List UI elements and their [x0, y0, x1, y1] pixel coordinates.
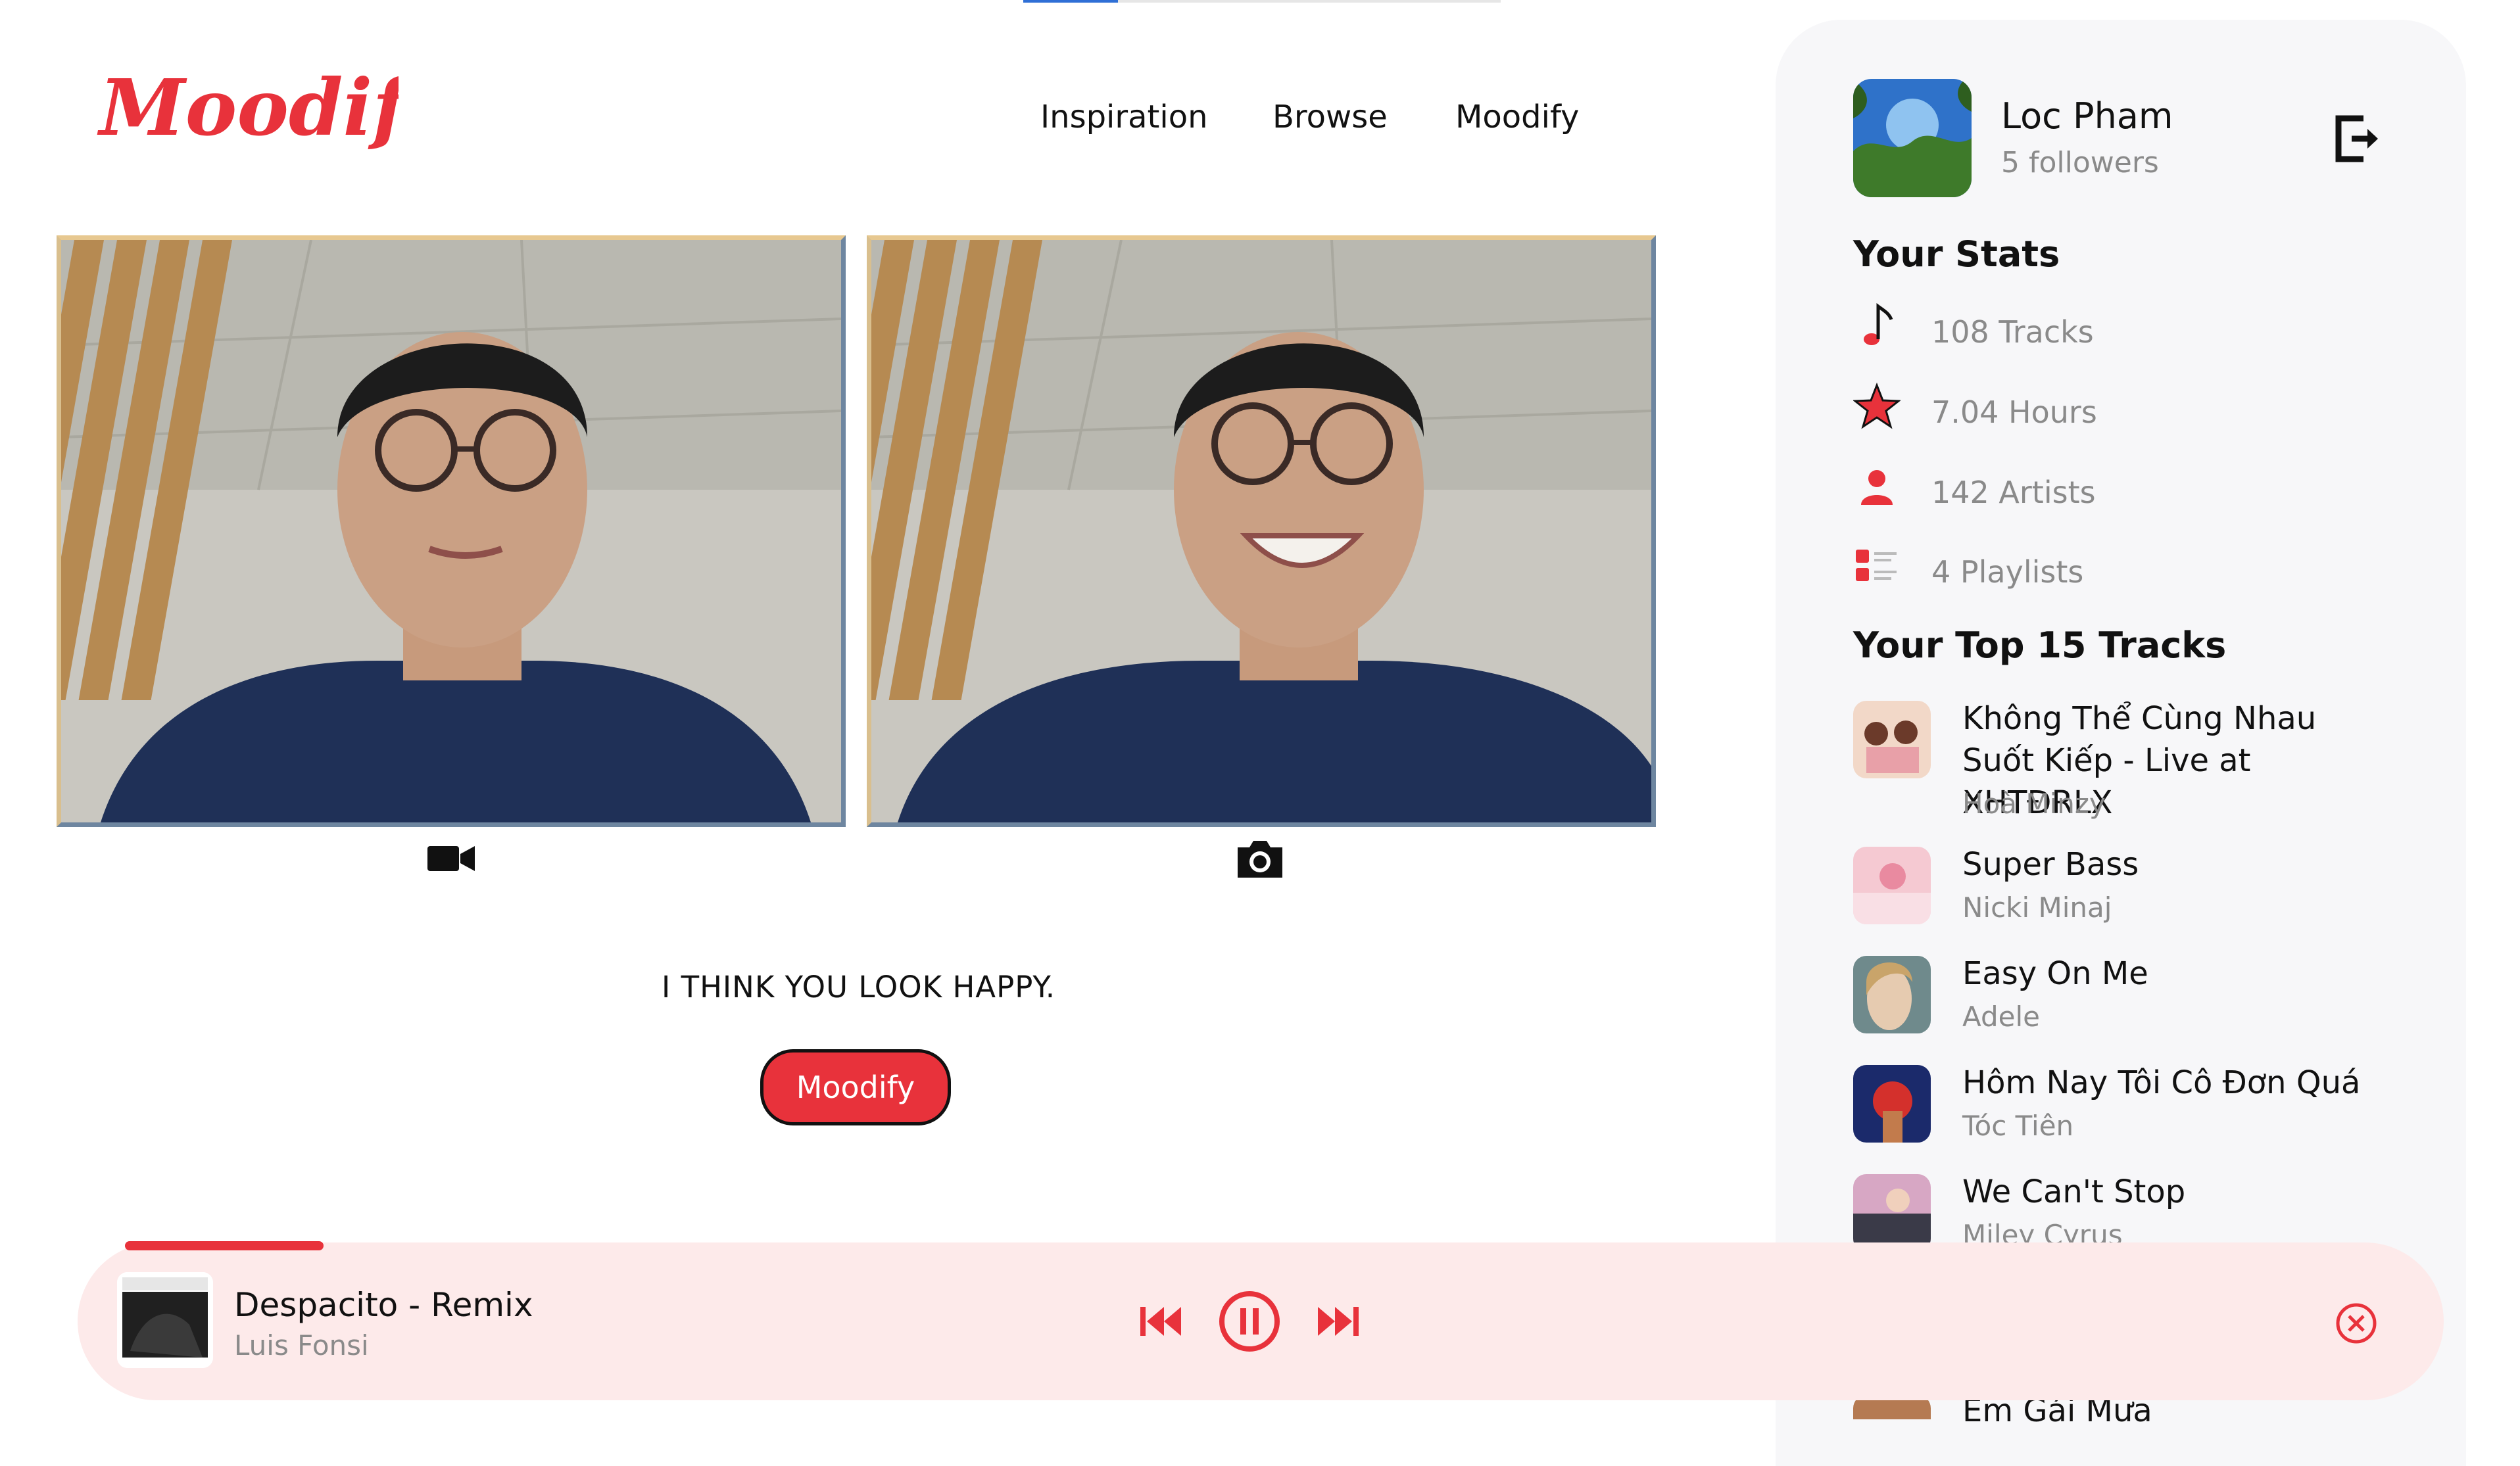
track-title: Easy On Me [1962, 955, 2148, 992]
album-art [1853, 701, 1931, 778]
moodify-logo[interactable]: Moodify [96, 39, 399, 184]
camera-icon[interactable] [1234, 832, 1286, 884]
avatar[interactable] [1853, 79, 1972, 197]
webcam-captured-photo [867, 235, 1656, 827]
previous-track-icon[interactable] [1138, 1302, 1184, 1341]
close-player-icon[interactable] [2335, 1302, 2378, 1345]
captured-photo-image [871, 240, 1651, 822]
stat-hours: 7.04 Hours [1931, 394, 2097, 430]
stat-playlists: 4 Playlists [1931, 554, 2084, 590]
album-art [1853, 847, 1931, 924]
pause-icon[interactable] [1217, 1289, 1282, 1354]
user-name: Loc Pham [2001, 95, 2173, 137]
track-artist: Nicki Minaj [1962, 891, 2112, 924]
now-playing-title: Despacito - Remix [234, 1286, 533, 1324]
track-title: Hôm Nay Tôi Cô Đơn Quá [1962, 1064, 2361, 1101]
stats-section-title: Your Stats [1853, 233, 2060, 275]
moodify-button[interactable]: Moodify [760, 1049, 951, 1125]
playback-progress-bar[interactable] [125, 1241, 324, 1250]
avatar-image [1853, 79, 1972, 197]
now-playing-artist: Luis Fonsi [234, 1329, 369, 1361]
active-tab-indicator [1023, 0, 1118, 3]
user-followers: 5 followers [2001, 146, 2159, 179]
nav-moodify[interactable]: Moodify [1455, 99, 1579, 135]
track-title: We Can't Stop [1962, 1173, 2186, 1210]
track-title: Super Bass [1962, 846, 2139, 883]
nav-browse[interactable]: Browse [1272, 99, 1388, 135]
playlist-icon [1856, 550, 1897, 581]
nav-inspiration[interactable]: Inspiration [1040, 99, 1207, 135]
top-tracks-title: Your Top 15 Tracks [1853, 625, 2227, 666]
album-art [1853, 1065, 1931, 1143]
track-artist: Hoà Minzy [1962, 788, 2106, 820]
music-note-icon [1864, 303, 1893, 345]
video-camera-icon[interactable] [425, 832, 477, 884]
top-tab-indicator [1023, 0, 1501, 3]
svg-text:Moodify: Moodify [97, 62, 399, 153]
album-art [1853, 956, 1931, 1033]
stat-tracks: 108 Tracks [1931, 314, 2094, 350]
webcam-live-image [61, 240, 841, 822]
webcam-live-feed [57, 235, 846, 827]
now-playing-album-art [117, 1272, 213, 1368]
star-icon [1853, 383, 1901, 429]
stat-artists: 142 Artists [1931, 475, 2096, 510]
next-track-icon[interactable] [1315, 1302, 1361, 1341]
track-artist: Tóc Tiên [1962, 1110, 2074, 1142]
logout-icon[interactable] [2332, 109, 2385, 168]
person-icon [1861, 470, 1893, 505]
track-artist: Adele [1962, 1001, 2041, 1033]
mood-detection-message: I THINK YOU LOOK HAPPY. [662, 970, 1056, 1005]
album-art [1853, 1174, 1931, 1252]
